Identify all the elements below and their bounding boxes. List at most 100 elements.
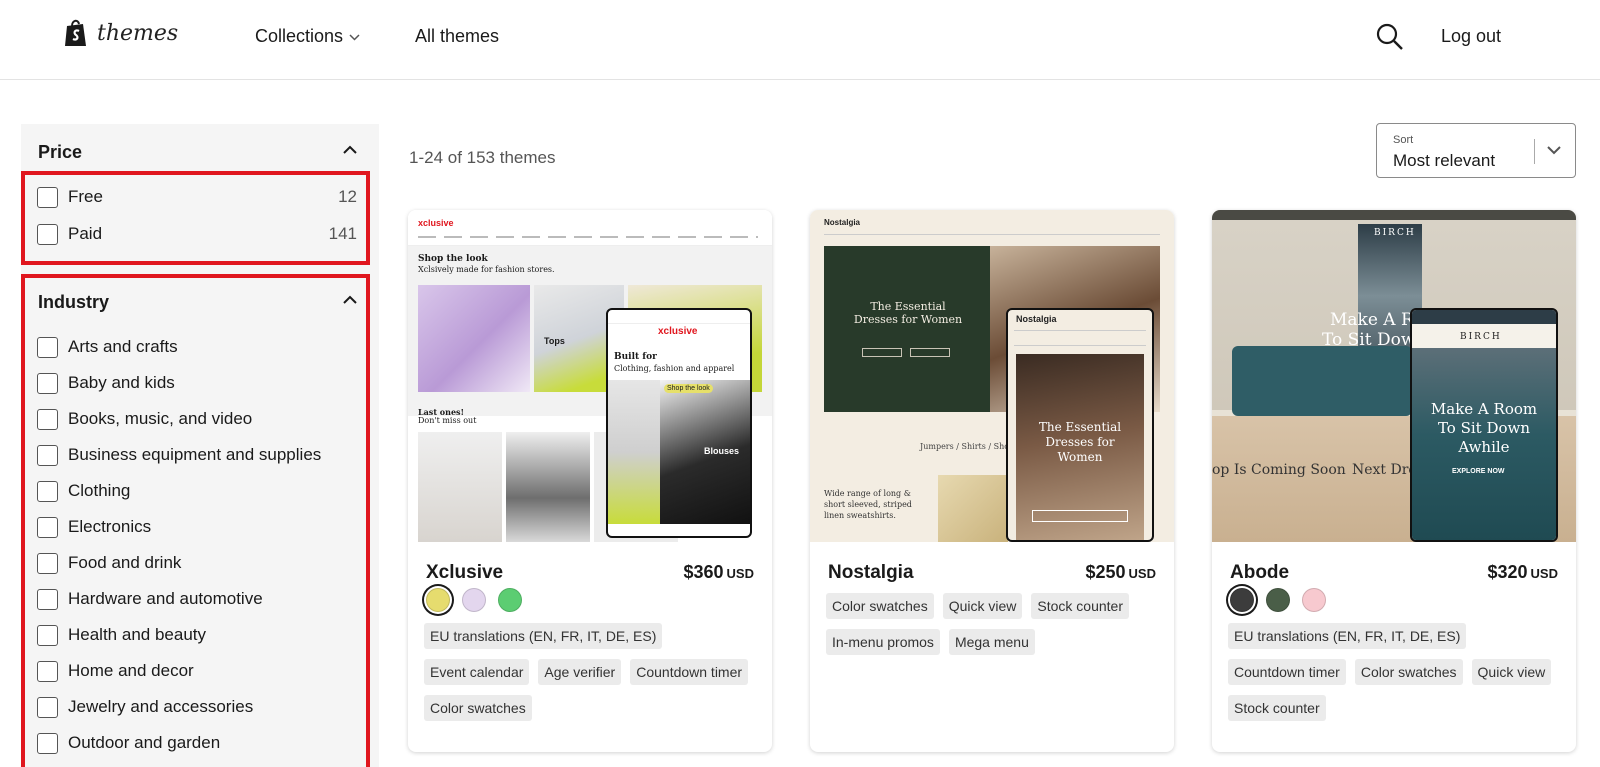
filter-label: Arts and crafts [68, 337, 178, 356]
price-value: $360 [683, 562, 724, 582]
mock-hero-title: The Essential Dresses for Women [853, 300, 963, 326]
site-header: themes Collections All themes Log out [0, 0, 1600, 80]
feature-tag: Stock counter [1031, 593, 1129, 619]
theme-thumbnail[interactable]: BIRCH Make A R To Sit Down op Is Coming … [1212, 210, 1576, 542]
mock-phone-brand: BIRCH [1460, 332, 1502, 342]
logout-link[interactable]: Log out [1441, 26, 1501, 47]
filter-label: Business equipment and supplies [68, 445, 322, 464]
feature-tag: Color swatches [1354, 659, 1463, 685]
swatch-lavender[interactable] [462, 588, 486, 612]
theme-name[interactable]: Xclusive [426, 562, 503, 584]
feature-tags: EU translations (EN, FR, IT, DE, ES) Cou… [1228, 623, 1562, 731]
checkbox[interactable] [37, 696, 58, 718]
mock-brand: BIRCH [1374, 228, 1416, 238]
filter-option-home-decor[interactable]: Home and decor [37, 658, 357, 684]
filter-option-books-music-video[interactable]: Books, music, and video [37, 406, 357, 432]
feature-tag: Color swatches [826, 593, 934, 619]
checkbox[interactable] [37, 372, 58, 394]
filter-option-clothing[interactable]: Clothing [37, 478, 357, 504]
checkbox[interactable] [37, 408, 58, 430]
checkbox[interactable] [37, 624, 58, 646]
mobile-preview: xclusive Built for Clothing, fashion and… [606, 308, 752, 538]
filter-label: Free [68, 187, 103, 206]
sort-select[interactable]: Sort Most relevant [1376, 123, 1576, 178]
mock-side-text: Wide range of long & short sleeved, stri… [824, 489, 912, 520]
nav-collections-label: Collections [255, 26, 344, 46]
search-icon[interactable] [1375, 22, 1405, 57]
feature-tags: EU translations (EN, FR, IT, DE, ES) Eve… [424, 623, 758, 731]
theme-price: $320 USD [1488, 562, 1559, 583]
filter-label: Paid [68, 224, 103, 243]
chevron-up-icon[interactable] [343, 143, 357, 157]
theme-name[interactable]: Abode [1230, 562, 1289, 584]
mock-brand: xclusive [418, 218, 454, 228]
swatch-yellow[interactable] [426, 588, 450, 612]
shopify-themes-logo[interactable]: themes [63, 18, 178, 48]
filter-label: Books, music, and video [68, 409, 253, 428]
theme-card-nostalgia[interactable]: Nostalgia The Essential Dresses for Wome… [810, 210, 1174, 752]
filter-label: Outdoor and garden [68, 733, 221, 752]
checkbox[interactable] [37, 516, 58, 538]
checkbox[interactable] [37, 186, 58, 208]
swatch-green[interactable] [1266, 588, 1290, 612]
feature-tag: Event calendar [424, 659, 530, 685]
mock-blouses-label: Blouses [704, 446, 740, 456]
filter-option-free[interactable]: Free 12 [37, 184, 357, 210]
theme-thumbnail[interactable]: xclusive Shop the look Xclsively made fo… [408, 210, 772, 542]
sort-value: Most relevant [1393, 151, 1496, 170]
mock-phone-sub: Clothing, fashion and apparel [614, 364, 735, 373]
filter-option-hardware-automotive[interactable]: Hardware and automotive [37, 586, 357, 612]
industry-filter-title[interactable]: Industry [38, 292, 109, 313]
mock-ticker-left: op Is Coming Soon [1212, 462, 1346, 478]
sort-caption: Sort [1393, 134, 1414, 146]
mock-phone-title: Built for [614, 352, 657, 362]
filter-option-outdoor-garden[interactable]: Outdoor and garden [37, 730, 357, 756]
price-filter-title[interactable]: Price [38, 142, 82, 163]
feature-tag: Age verifier [538, 659, 622, 685]
checkbox[interactable] [37, 336, 58, 358]
filter-option-baby-and-kids[interactable]: Baby and kids [37, 370, 357, 396]
result-count: 1-24 of 153 themes [409, 148, 556, 167]
checkbox[interactable] [37, 480, 58, 502]
color-swatches [426, 588, 534, 612]
filter-label: Home and decor [68, 661, 194, 680]
price-currency: USD [726, 566, 754, 581]
filter-option-health-beauty[interactable]: Health and beauty [37, 622, 357, 648]
mock-phone-button: Shop the look [664, 384, 713, 393]
checkbox[interactable] [37, 223, 58, 245]
checkbox[interactable] [37, 732, 58, 754]
checkbox[interactable] [37, 444, 58, 466]
filter-option-food-and-drink[interactable]: Food and drink [37, 550, 357, 576]
chevron-down-icon [1547, 146, 1561, 155]
swatch-pink[interactable] [1302, 588, 1326, 612]
theme-price: $250 USD [1086, 562, 1157, 583]
filter-option-electronics[interactable]: Electronics [37, 514, 357, 540]
chevron-up-icon[interactable] [343, 293, 357, 307]
checkbox[interactable] [37, 588, 58, 610]
checkbox[interactable] [37, 660, 58, 682]
price-value: $320 [1487, 562, 1528, 582]
feature-tag: Mega menu [948, 629, 1035, 655]
checkbox[interactable] [37, 552, 58, 574]
filter-label: Baby and kids [68, 373, 175, 392]
mock-brand: Nostalgia [824, 218, 861, 227]
theme-card-abode[interactable]: BIRCH Make A R To Sit Down op Is Coming … [1212, 210, 1576, 752]
theme-thumbnail[interactable]: Nostalgia The Essential Dresses for Wome… [810, 210, 1174, 542]
chevron-down-icon [349, 30, 360, 44]
mock-phone-title: Make A Room To Sit Down Awhile [1430, 400, 1538, 456]
swatch-green[interactable] [498, 588, 522, 612]
filter-option-arts-and-crafts[interactable]: Arts and crafts [37, 334, 357, 360]
filter-option-business-equipment[interactable]: Business equipment and supplies [37, 442, 357, 468]
filter-count: 141 [328, 224, 357, 243]
theme-name[interactable]: Nostalgia [828, 562, 914, 584]
theme-card-xclusive[interactable]: xclusive Shop the look Xclsively made fo… [408, 210, 772, 752]
price-currency: USD [1128, 566, 1156, 581]
filter-option-paid[interactable]: Paid 141 [37, 221, 357, 247]
mock-hero-sub: Xclsively made for fashion stores. [418, 265, 555, 274]
filter-option-jewelry[interactable]: Jewelry and accessories [37, 694, 357, 720]
nav-all-themes[interactable]: All themes [415, 26, 499, 47]
mock-tops-label: Tops [544, 336, 565, 346]
nav-collections[interactable]: Collections [255, 26, 360, 47]
mock-phone-brand: xclusive [658, 326, 698, 337]
swatch-charcoal[interactable] [1230, 588, 1254, 612]
